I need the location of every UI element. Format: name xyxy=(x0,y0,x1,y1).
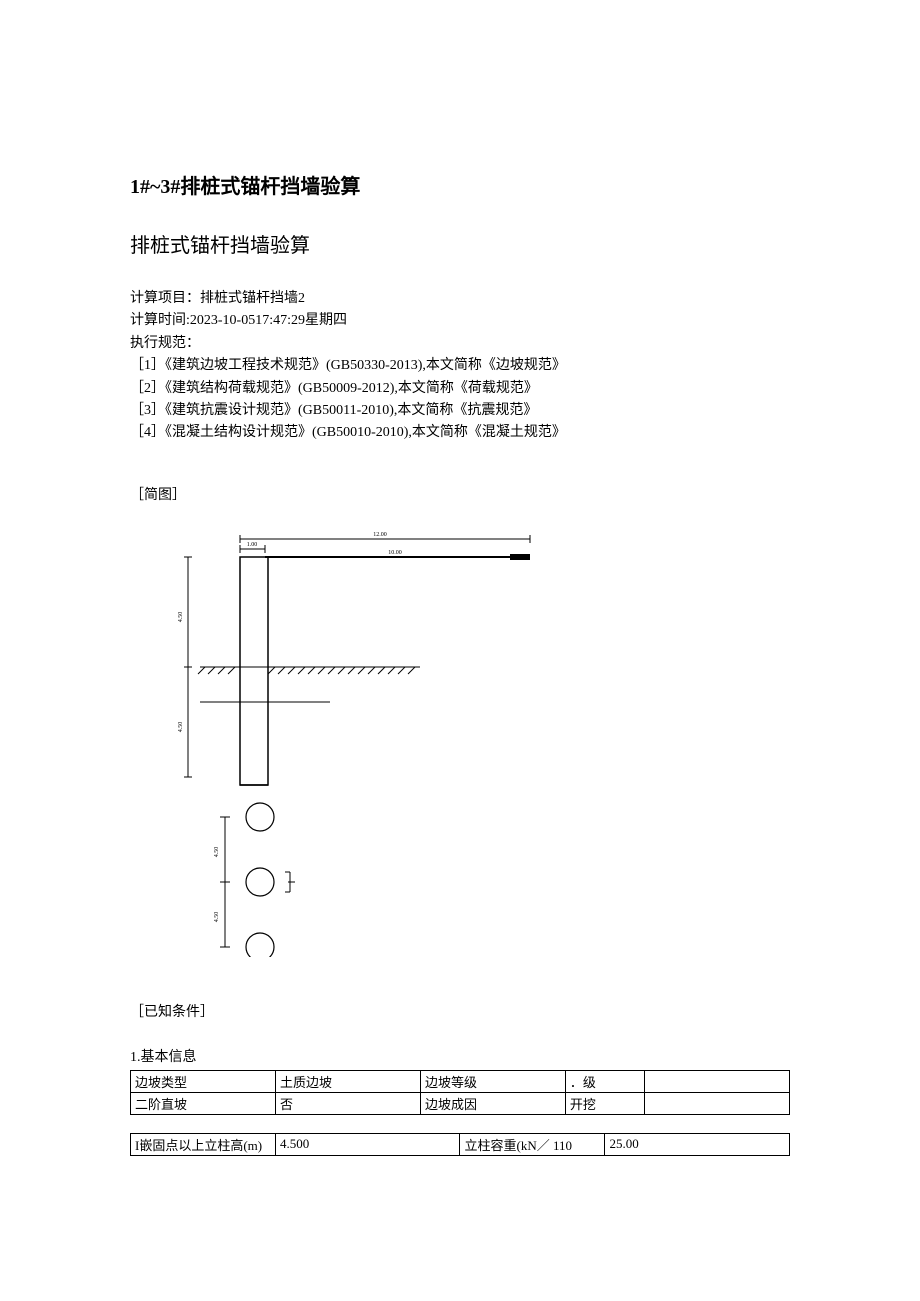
ref-3: ［3］《建筑抗震设计规范》(GB50011-2010),本文简称《抗震规范》 xyxy=(130,400,790,422)
ref-2: ［2］《建筑结构荷载规范》(GB50009-2012),本文简称《荷载规范》 xyxy=(130,378,790,400)
basic-info-label: 1.基本信息 xyxy=(130,1045,790,1070)
cell-slope-type-label: 边坡类型 xyxy=(131,1070,276,1092)
document-title-1: 1#~3#排桩式锚杆挡墙验算 xyxy=(130,170,790,199)
cell-slope-grade-label: 边坡等级 xyxy=(420,1070,565,1092)
cell-second-step-label: 二阶直坡 xyxy=(131,1092,276,1114)
table-row: 二阶直坡 否 边坡成因 开挖 xyxy=(131,1092,790,1114)
project-value: 排桩式锚杆挡墙2 xyxy=(200,291,305,306)
cell-cause-value: 开挖 xyxy=(565,1092,644,1114)
time-value: 2023-10-0517:47:29星期四 xyxy=(190,313,347,328)
time-line: 计算时间:2023-10-0517:47:29星期四 xyxy=(130,310,790,332)
svg-text:1.00: 1.00 xyxy=(247,542,258,548)
svg-text:4.50: 4.50 xyxy=(178,612,184,623)
document-page: 1#~3#排桩式锚杆挡墙验算 排桩式锚杆挡墙验算 计算项目：排桩式锚杆挡墙2 计… xyxy=(0,0,920,1216)
cell-empty xyxy=(644,1070,789,1092)
cell-column-height-value: 4.500 xyxy=(275,1133,460,1155)
basic-info-table: 边坡类型 土质边坡 边坡等级 ．级 二阶直坡 否 边坡成因 开挖 xyxy=(130,1070,790,1115)
cell-slope-grade-value: ．级 xyxy=(565,1070,644,1092)
cell-unit-weight-value: 25.00 xyxy=(605,1133,790,1155)
ref-1: ［1］《建筑边坡工程技术规范》(GB50330-2013),本文简称《边坡规范》 xyxy=(130,355,790,377)
svg-text:4.50: 4.50 xyxy=(214,847,220,858)
svg-text:10.00: 10.00 xyxy=(388,550,402,556)
column-info-table: I嵌固点以上立柱高(m) 4.500 立柱容重(kN／ 110 25.00 xyxy=(130,1133,790,1156)
cell-unit-weight-label: 立柱容重(kN／ 110 xyxy=(460,1133,605,1155)
project-line: 计算项目：排桩式锚杆挡墙2 xyxy=(130,288,790,310)
cell-cause-label: 边坡成因 xyxy=(420,1092,565,1114)
exec-label: 执行规范： xyxy=(130,336,200,351)
time-label: 计算时间: xyxy=(130,313,190,328)
meta-block: 计算项目：排桩式锚杆挡墙2 计算时间:2023-10-0517:47:29星期四… xyxy=(130,288,790,355)
cell-column-height-label: I嵌固点以上立柱高(m) xyxy=(131,1133,276,1155)
svg-text:12.00: 12.00 xyxy=(373,532,387,538)
table-gap xyxy=(130,1115,790,1133)
table-row: I嵌固点以上立柱高(m) 4.500 立柱容重(kN／ 110 25.00 xyxy=(131,1133,790,1155)
section-diagram-label: ［简图］ xyxy=(130,485,790,507)
schematic-diagram: 12.00 1.00 10.00 4.50 4.50 xyxy=(170,527,790,962)
references-block: ［1］《建筑边坡工程技术规范》(GB50330-2013),本文简称《边坡规范》… xyxy=(130,355,790,445)
project-label: 计算项目： xyxy=(130,291,200,306)
cell-second-step-value: 否 xyxy=(275,1092,420,1114)
svg-text:4.50: 4.50 xyxy=(214,912,220,923)
section-conditions-label: ［已知条件］ xyxy=(130,1002,790,1024)
table-row: 边坡类型 土质边坡 边坡等级 ．级 xyxy=(131,1070,790,1092)
cell-empty xyxy=(644,1092,789,1114)
ref-4: ［4］《混凝土结构设计规范》(GB50010-2010),本文简称《混凝土规范》 xyxy=(130,422,790,444)
svg-text:4.50: 4.50 xyxy=(178,722,184,733)
cell-slope-type-value: 土质边坡 xyxy=(275,1070,420,1092)
diagram-svg: 12.00 1.00 10.00 4.50 4.50 xyxy=(170,527,570,957)
exec-line: 执行规范： xyxy=(130,333,790,355)
document-title-2: 排桩式锚杆挡墙验算 xyxy=(130,229,790,258)
